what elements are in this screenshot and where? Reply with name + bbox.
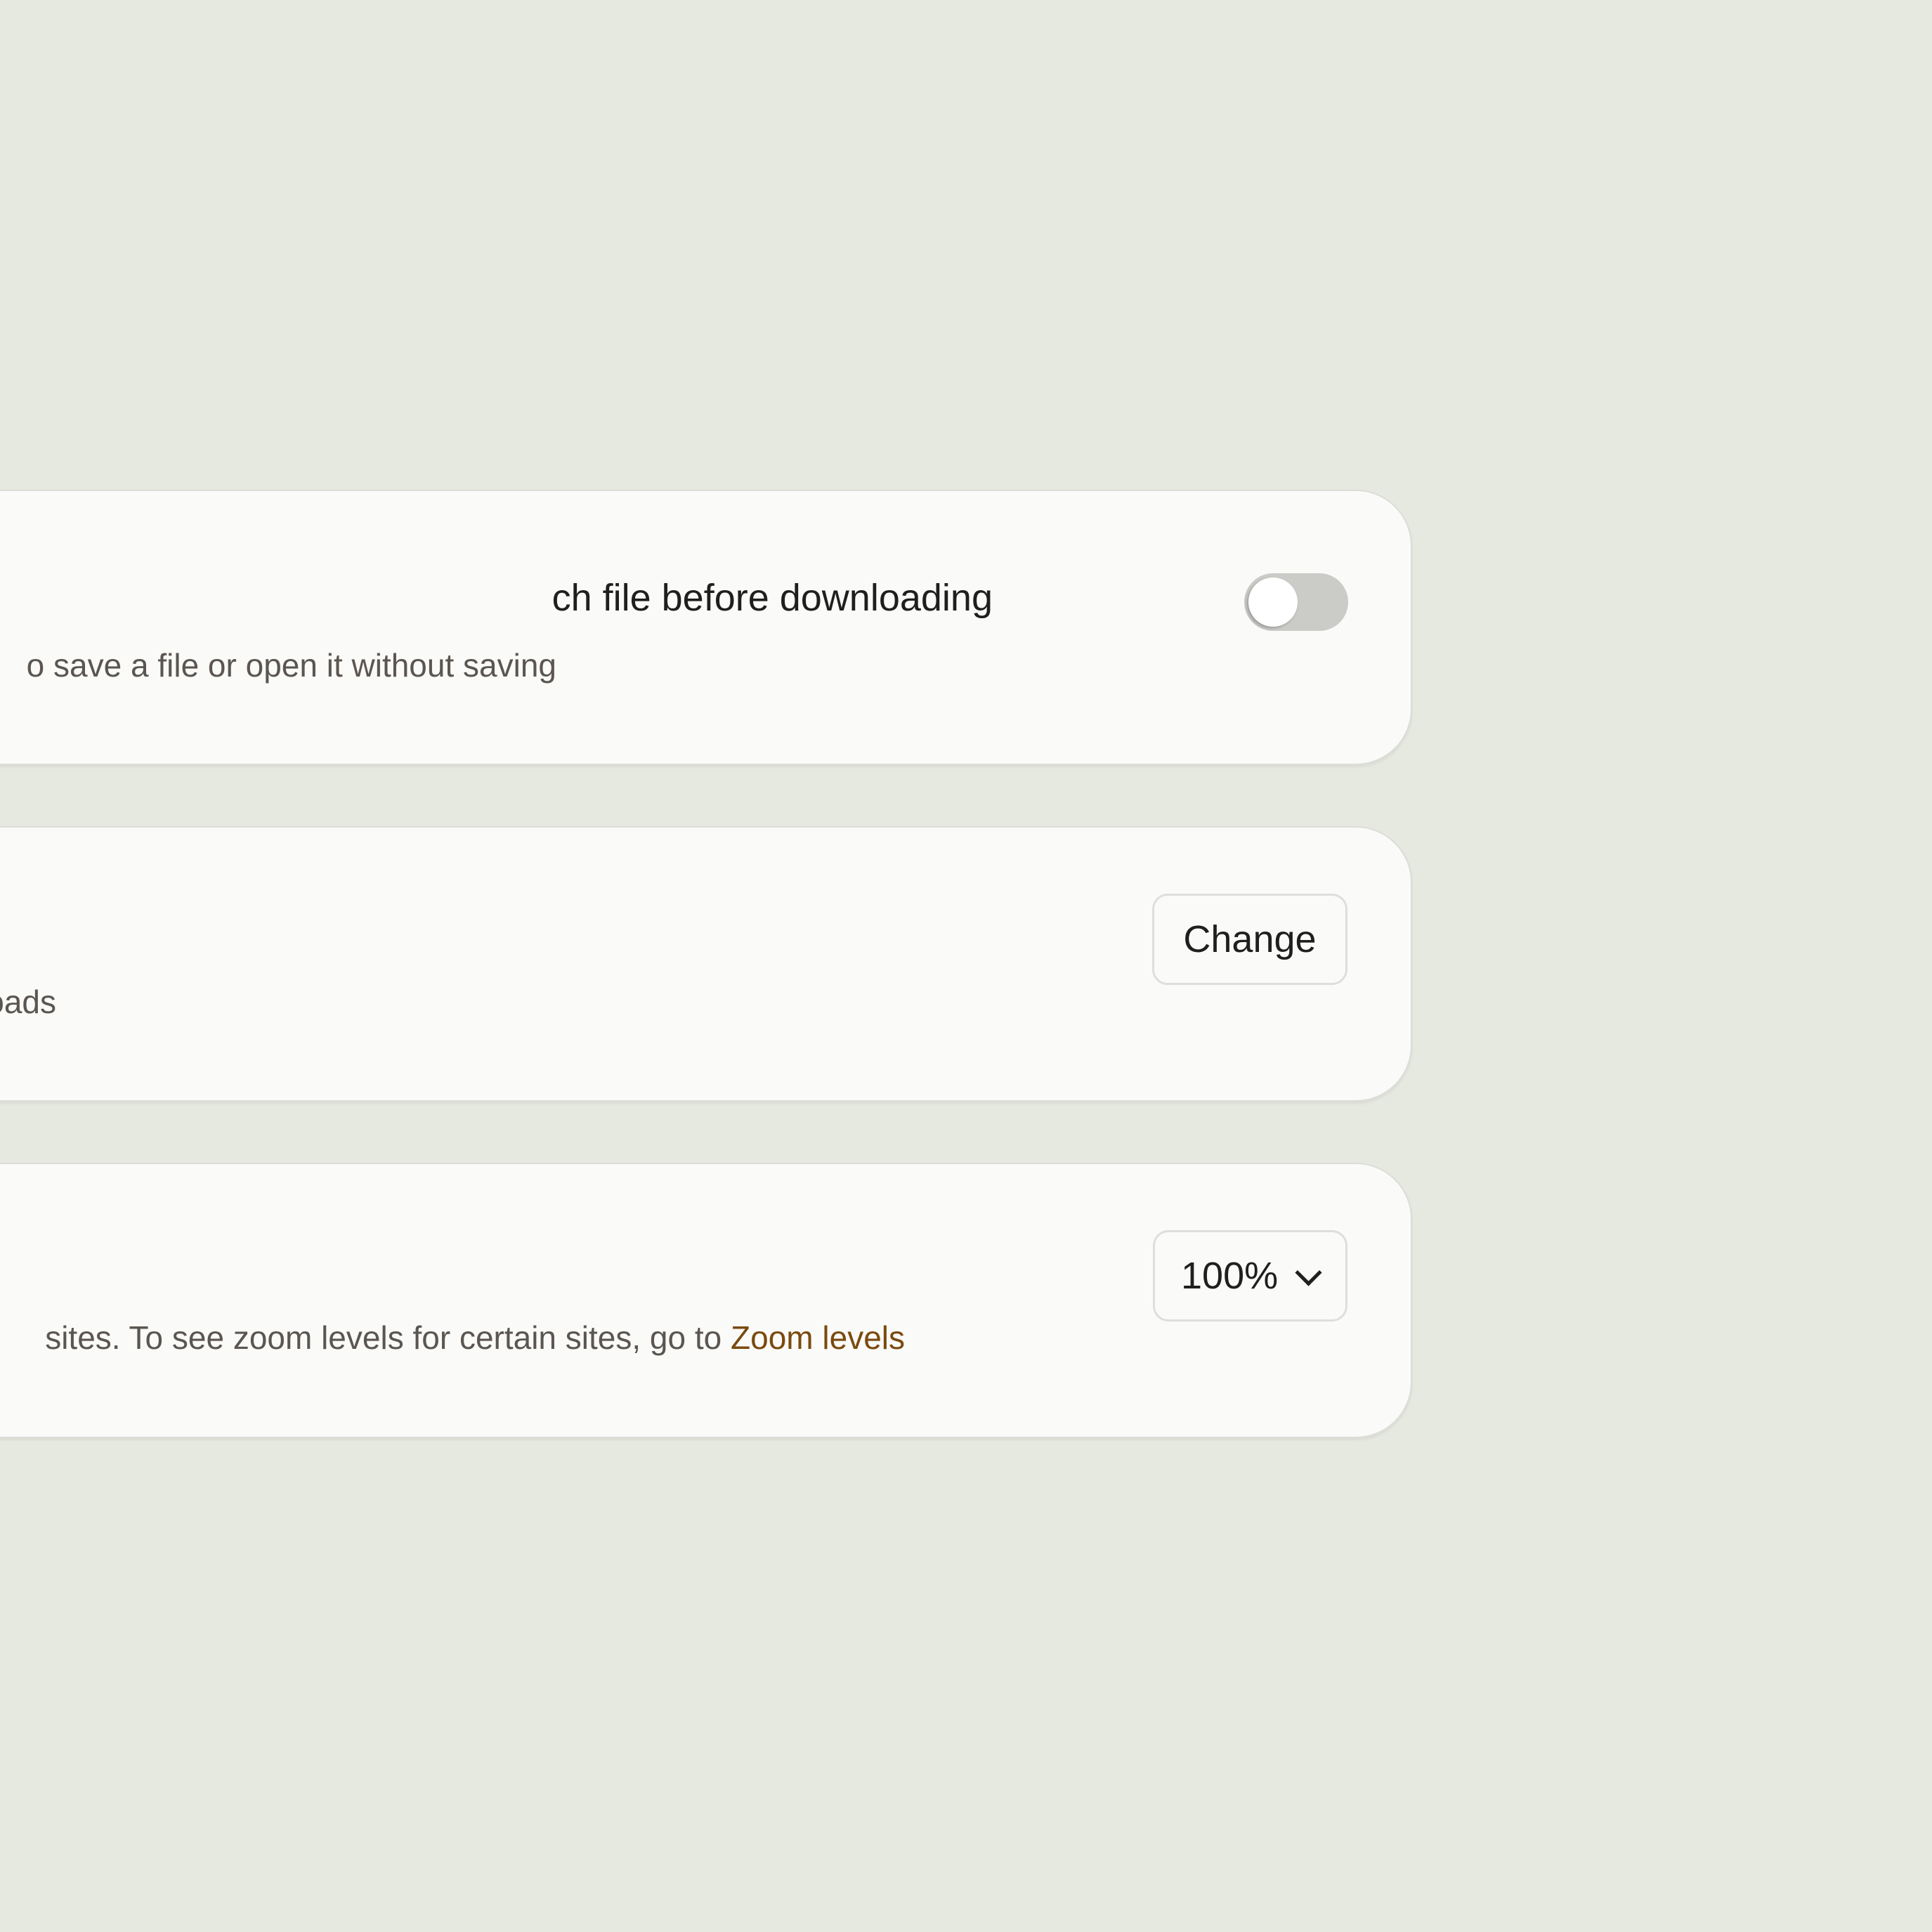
page-zoom-description-text: sites. To see zoom levels for certain si… [45, 1319, 731, 1356]
page-zoom-value: 100% [1181, 1255, 1279, 1297]
page-zoom-select[interactable]: 100% [1153, 1230, 1347, 1321]
page-zoom-description: sites. To see zoom levels for certain si… [45, 1319, 905, 1357]
zoom-levels-link[interactable]: Zoom levels [731, 1319, 905, 1356]
ask-download-card [0, 490, 1412, 765]
toggle-knob [1248, 577, 1298, 627]
chevron-down-icon [1295, 1258, 1322, 1286]
ask-download-description: o save a file or open it without saving [26, 647, 556, 684]
ask-download-toggle[interactable] [1244, 573, 1348, 631]
ask-download-title: ch file before downloading [551, 577, 993, 619]
download-location-description: oads [0, 984, 56, 1020]
change-location-button[interactable]: Change [1152, 894, 1347, 985]
